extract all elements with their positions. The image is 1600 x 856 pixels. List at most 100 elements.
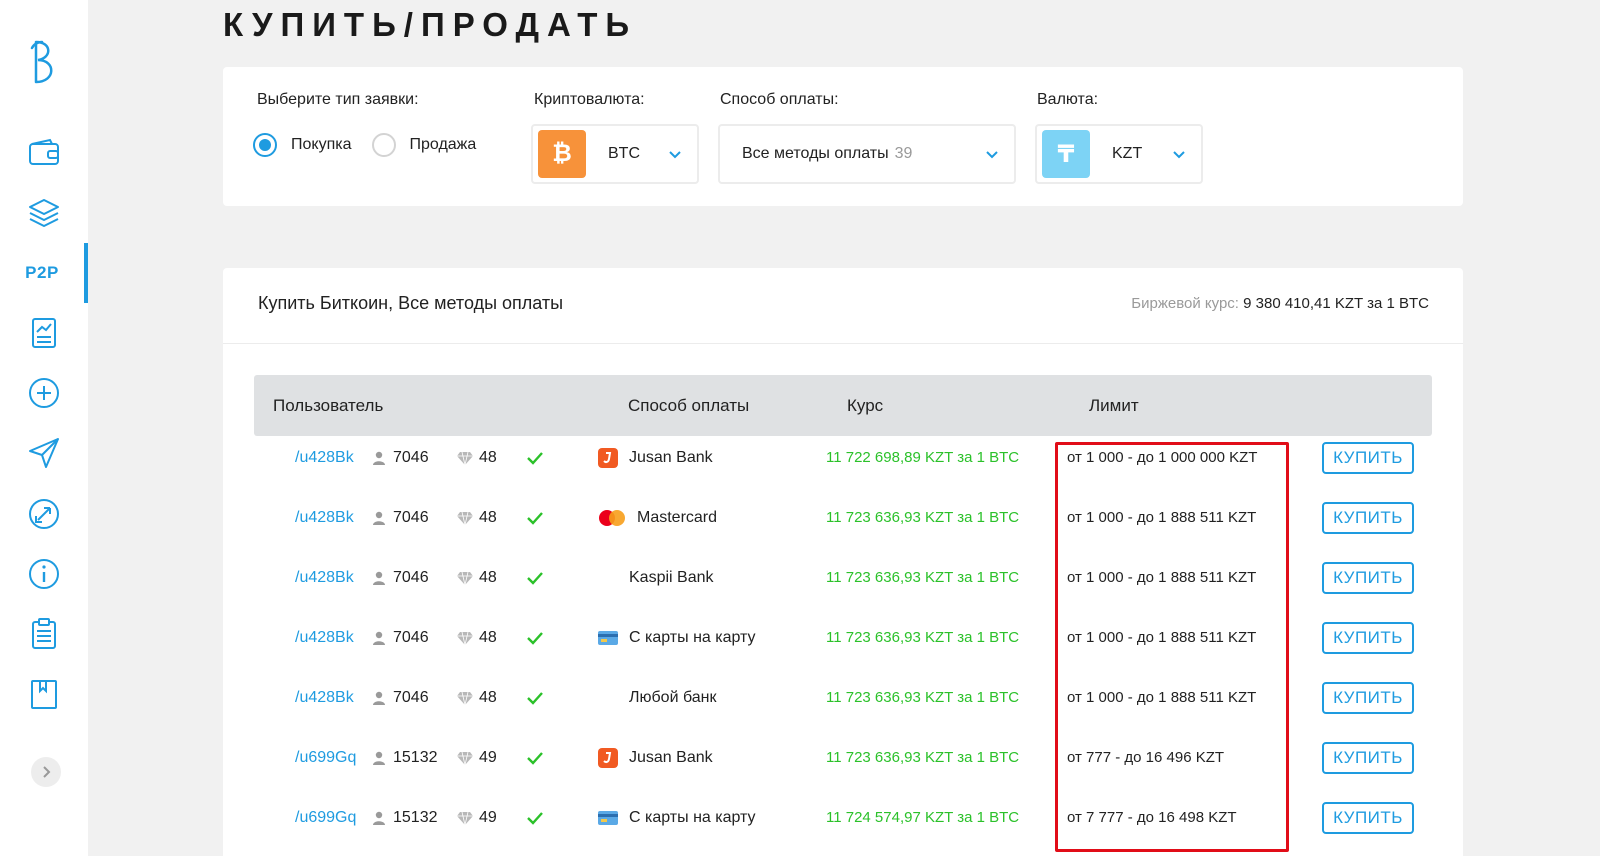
deals-count: 7046 (393, 568, 429, 586)
exchange-rate-value: 9 380 410,41 KZT за 1 BTC (1243, 295, 1429, 312)
user-icon (373, 511, 385, 525)
buy-button[interactable]: КУПИТЬ (1322, 502, 1414, 534)
order-type-label: Выберите тип заявки: (257, 91, 419, 108)
table-row: /u699Gq 15132 49 Jusan Bank 11 723 636,9… (223, 727, 1463, 788)
column-header-limit: Лимит (1089, 396, 1139, 415)
user-link[interactable]: /u428Bk (295, 509, 354, 527)
payment-method-icon (597, 747, 619, 769)
bank-card-icon (598, 630, 618, 645)
rating-value: 48 (479, 568, 497, 586)
sidebar-item-exchange[interactable] (0, 484, 88, 544)
crypto-select-value: BTC (608, 145, 640, 162)
buy-button[interactable]: КУПИТЬ (1322, 682, 1414, 714)
send-icon (29, 438, 59, 468)
offer-limit: от 1 000 - до 1 888 511 KZT (1067, 629, 1257, 646)
diamond-icon (457, 811, 473, 825)
mastercard-icon (599, 509, 625, 526)
payment-method-name: Mastercard (637, 508, 718, 526)
deals-count: 15132 (393, 808, 438, 826)
deals-count: 7046 (393, 688, 429, 706)
payment-method-name: Любой банк (629, 688, 717, 706)
buy-button[interactable]: КУПИТЬ (1322, 742, 1414, 774)
verified-check-icon (527, 571, 543, 585)
payment-method-icon (597, 567, 619, 589)
rating-value: 49 (479, 748, 497, 766)
sell-radio[interactable] (371, 133, 396, 157)
user-link[interactable]: /u428Bk (295, 569, 354, 587)
user-icon (373, 751, 385, 765)
crypto-select[interactable]: ₿ BTC (531, 124, 699, 184)
user-icon (373, 451, 385, 465)
payment-method-icon (597, 687, 619, 709)
deals-count: 7046 (393, 448, 429, 466)
layers-icon (29, 199, 59, 227)
payment-method-icon (597, 627, 619, 649)
sidebar-expand-button[interactable] (31, 757, 61, 787)
table-row: /u428Bk 7046 48 Любой банк 11 723 636,93… (223, 667, 1463, 728)
verified-check-icon (527, 751, 543, 765)
chevron-right-icon (43, 766, 51, 778)
sidebar-item-info[interactable] (0, 544, 88, 604)
user-link[interactable]: /u699Gq (295, 749, 356, 767)
chart-report-icon (32, 318, 56, 348)
user-icon (373, 631, 385, 645)
rating-value: 48 (479, 508, 497, 526)
rating-value: 49 (479, 808, 497, 826)
offer-limit: от 1 000 - до 1 888 511 KZT (1067, 689, 1257, 706)
buy-button[interactable]: КУПИТЬ (1322, 622, 1414, 654)
buy-radio-label[interactable]: Покупка (291, 136, 352, 154)
sidebar-item-label: P2P (25, 263, 59, 282)
crypto-label: Криптовалюта: (534, 91, 645, 108)
user-link[interactable]: /u428Bk (295, 629, 354, 647)
sidebar-item-docs[interactable] (0, 664, 88, 724)
sell-radio-label[interactable]: Продажа (410, 136, 477, 154)
table-row: /u428Bk 7046 48 Kaspii Bank 11 723 636,9… (223, 547, 1463, 608)
offer-rate: 11 723 636,93 KZT за 1 BTC (826, 629, 1020, 646)
buy-button[interactable]: КУПИТЬ (1322, 442, 1414, 474)
payment-method-icon (597, 447, 619, 469)
b-logo-icon[interactable] (24, 38, 64, 86)
diamond-icon (457, 751, 473, 765)
offers-title: Купить Биткоин, Все методы оплаты (258, 293, 564, 313)
sidebar-item-orders[interactable] (0, 604, 88, 664)
deals-count: 15132 (393, 748, 438, 766)
bank-card-icon (598, 810, 618, 825)
chevron-down-icon (669, 151, 681, 159)
sidebar-item-add[interactable] (0, 363, 88, 423)
offers-panel: Купить Биткоин, Все методы оплаты Биржев… (223, 268, 1463, 856)
verified-check-icon (527, 511, 543, 525)
table-row: /u699Gq 15132 49 С карты на карту 11 724… (223, 787, 1463, 848)
payment-method-icon (597, 507, 627, 529)
wallet-icon (29, 138, 59, 165)
offer-rate: 11 723 636,93 KZT за 1 BTC (826, 569, 1020, 586)
user-icon (373, 571, 385, 585)
jusan-bank-icon (598, 447, 618, 468)
sidebar-item-layers[interactable] (0, 183, 88, 243)
jusan-bank-icon (598, 747, 618, 768)
exchange-rate-label: Биржевой курс: (1131, 295, 1239, 312)
buy-button[interactable]: КУПИТЬ (1322, 802, 1414, 834)
currency-label: Валюта: (1037, 91, 1099, 108)
buy-radio[interactable] (253, 133, 277, 157)
exchange-rate: Биржевой курс: 9 380 410,41 KZT за 1 BTC (1131, 295, 1429, 312)
sidebar-item-wallet[interactable] (0, 123, 88, 183)
user-link[interactable]: /u428Bk (295, 449, 354, 467)
order-type-radio-group: Покупка Продажа (253, 133, 476, 157)
payment-method-label: Способ оплаты: (720, 91, 839, 108)
currency-select[interactable]: ₸ KZT (1035, 124, 1203, 184)
payment-method-name: Jusan Bank (629, 748, 713, 766)
sidebar-item-p2p[interactable]: P2P (0, 243, 88, 303)
book-icon (31, 680, 57, 709)
user-link[interactable]: /u699Gq (295, 809, 356, 827)
user-link[interactable]: /u428Bk (295, 689, 354, 707)
bitcoin-icon: ₿ (538, 130, 586, 178)
sidebar-item-send[interactable] (0, 423, 88, 483)
filter-panel: Выберите тип заявки: Покупка Продажа Кри… (223, 67, 1463, 206)
payment-method-select[interactable]: Все методы оплаты 39 (718, 124, 1016, 184)
buy-button[interactable]: КУПИТЬ (1322, 562, 1414, 594)
sidebar-item-reports[interactable] (0, 303, 88, 363)
offer-limit: от 1 000 - до 1 000 000 KZT (1067, 449, 1258, 466)
offer-limit: от 1 000 - до 1 888 511 KZT (1067, 509, 1257, 526)
rating-value: 48 (479, 628, 497, 646)
table-row: /u428Bk 7046 48 С карты на карту 11 723 … (223, 607, 1463, 668)
